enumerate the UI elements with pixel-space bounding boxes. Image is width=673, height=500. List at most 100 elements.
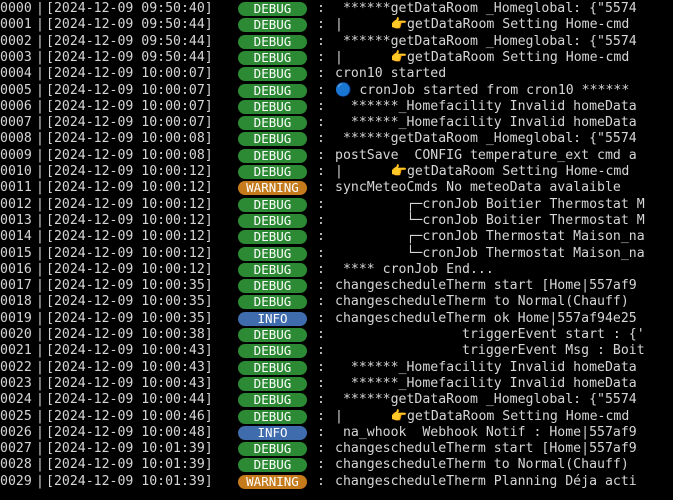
timestamp: [2024-12-09 10:00:07] xyxy=(46,98,213,114)
timestamp: [2024-12-09 10:00:07] xyxy=(46,82,213,98)
timestamp: [2024-12-09 09:50:44] xyxy=(46,33,213,49)
line-separator: | xyxy=(36,261,44,277)
level-separator: : xyxy=(317,98,325,114)
level-separator: : xyxy=(317,180,325,196)
timestamp: [2024-12-09 10:00:07] xyxy=(46,115,213,131)
level-badge: INFO xyxy=(238,425,307,440)
level-badge: DEBUG xyxy=(238,279,307,294)
line-separator: | xyxy=(36,392,44,408)
line-separator: | xyxy=(36,327,44,342)
level-badge: DEBUG xyxy=(238,197,307,212)
line-number: 0022 xyxy=(0,359,32,375)
log-viewer[interactable]: 0000 | [2024-12-09 09:50:40] DEBUG: ******g… xyxy=(0,0,673,500)
log-message: ******getDataRoom _Homeglobal: {"5574 xyxy=(335,131,637,147)
timestamp: [2024-12-09 10:00:12] xyxy=(46,164,213,179)
line-separator: | xyxy=(36,343,44,359)
line-number: 0007 xyxy=(0,115,32,131)
log-message: changescheduleTherm start [Home|557af9 xyxy=(335,278,637,294)
line-separator: | xyxy=(36,131,44,147)
level-badge: DEBUG xyxy=(238,213,307,228)
level-badge: DEBUG xyxy=(238,116,307,131)
level-separator: : xyxy=(317,17,325,33)
level-separator: : xyxy=(317,1,325,16)
line-separator: | xyxy=(36,98,44,114)
line-separator: | xyxy=(36,375,44,391)
log-message: | 👉getDataRoom Setting Home-cmd xyxy=(335,164,630,179)
level-separator: : xyxy=(317,278,325,294)
timestamp: [2024-12-09 10:00:43] xyxy=(46,359,213,375)
timestamp: [2024-12-09 09:50:44] xyxy=(46,49,213,65)
line-number: 0025 xyxy=(0,408,32,424)
level-separator: : xyxy=(317,66,325,82)
timestamp: [2024-12-09 10:00:12] xyxy=(46,229,213,245)
timestamp: [2024-12-09 10:00:35] xyxy=(46,310,213,326)
level-badge: WARNING xyxy=(238,181,307,196)
line-number: 0011 xyxy=(0,180,32,196)
level-badge: DEBUG xyxy=(238,132,307,147)
timestamp: [2024-12-09 10:00:08] xyxy=(46,131,213,147)
line-number: 0018 xyxy=(0,294,32,310)
level-separator: : xyxy=(317,261,325,277)
line-number: 0002 xyxy=(0,33,32,49)
level-badge: DEBUG xyxy=(238,393,307,408)
log-message: changescheduleTherm to Normal(Chauff) xyxy=(335,457,629,473)
level-badge: DEBUG xyxy=(238,99,307,114)
line-separator: | xyxy=(36,359,44,375)
line-separator: | xyxy=(36,294,44,310)
level-separator: : xyxy=(317,131,325,147)
level-separator: : xyxy=(317,408,325,424)
line-number: 0026 xyxy=(0,424,32,440)
level-badge: DEBUG xyxy=(238,18,307,33)
level-badge: WARNING xyxy=(238,474,307,489)
level-badge: INFO xyxy=(238,311,307,326)
level-separator: : xyxy=(317,245,325,261)
log-message: └─cronJob Boitier Thermostat M xyxy=(335,212,645,228)
timestamp: [2024-12-09 10:00:38] xyxy=(46,327,213,342)
level-separator: : xyxy=(317,375,325,391)
line-separator: | xyxy=(36,196,44,212)
line-separator: | xyxy=(36,164,44,179)
line-number: 0014 xyxy=(0,229,32,245)
level-separator: : xyxy=(317,294,325,310)
level-separator: : xyxy=(317,164,325,179)
timestamp: [2024-12-09 10:00:12] xyxy=(46,245,213,261)
log-message: triggerEvent Msg : Boit xyxy=(335,343,645,359)
timestamp: [2024-12-09 10:00:44] xyxy=(46,392,213,408)
log-message: └─cronJob Thermostat Maison_na xyxy=(335,245,645,261)
level-badge: DEBUG xyxy=(238,34,307,49)
level-badge: DEBUG xyxy=(238,295,307,310)
line-number: 0021 xyxy=(0,343,32,359)
log-message: ┌─cronJob Thermostat Maison_na xyxy=(335,229,645,245)
log-message: 🔵 cronJob started from cron10 ****** xyxy=(335,82,630,98)
log-message: ******_Homefacility Invalid homeData xyxy=(335,98,637,114)
line-number: 0000 xyxy=(0,1,32,16)
line-number: 0019 xyxy=(0,310,32,326)
line-number: 0028 xyxy=(0,457,32,473)
timestamp: [2024-12-09 10:00:43] xyxy=(46,375,213,391)
level-badge: DEBUG xyxy=(238,246,307,261)
timestamp: [2024-12-09 10:00:12] xyxy=(46,196,213,212)
level-separator: : xyxy=(317,473,325,489)
line-number: 0024 xyxy=(0,392,32,408)
log-message: ******getDataRoom _Homeglobal: {"5574 xyxy=(335,33,637,49)
level-separator: : xyxy=(317,327,325,342)
level-badge: DEBUG xyxy=(238,442,307,457)
level-badge: DEBUG xyxy=(238,262,307,277)
line-separator: | xyxy=(36,1,44,16)
line-separator: | xyxy=(36,115,44,131)
line-separator: | xyxy=(36,212,44,228)
timestamp: [2024-12-09 10:00:12] xyxy=(46,180,213,196)
timestamp: [2024-12-09 10:00:12] xyxy=(46,212,213,228)
timestamp: [2024-12-09 10:01:39] xyxy=(46,457,213,473)
level-separator: : xyxy=(317,115,325,131)
line-separator: | xyxy=(36,245,44,261)
level-separator: : xyxy=(317,49,325,65)
level-badge: DEBUG xyxy=(238,344,307,359)
line-number: 0010 xyxy=(0,164,32,179)
line-number: 0005 xyxy=(0,82,32,98)
timestamp: [2024-12-09 10:00:46] xyxy=(46,408,213,424)
line-number: 0023 xyxy=(0,375,32,391)
level-badge: DEBUG xyxy=(238,83,307,98)
timestamp: [2024-12-09 10:00:35] xyxy=(46,278,213,294)
level-separator: : xyxy=(317,457,325,473)
